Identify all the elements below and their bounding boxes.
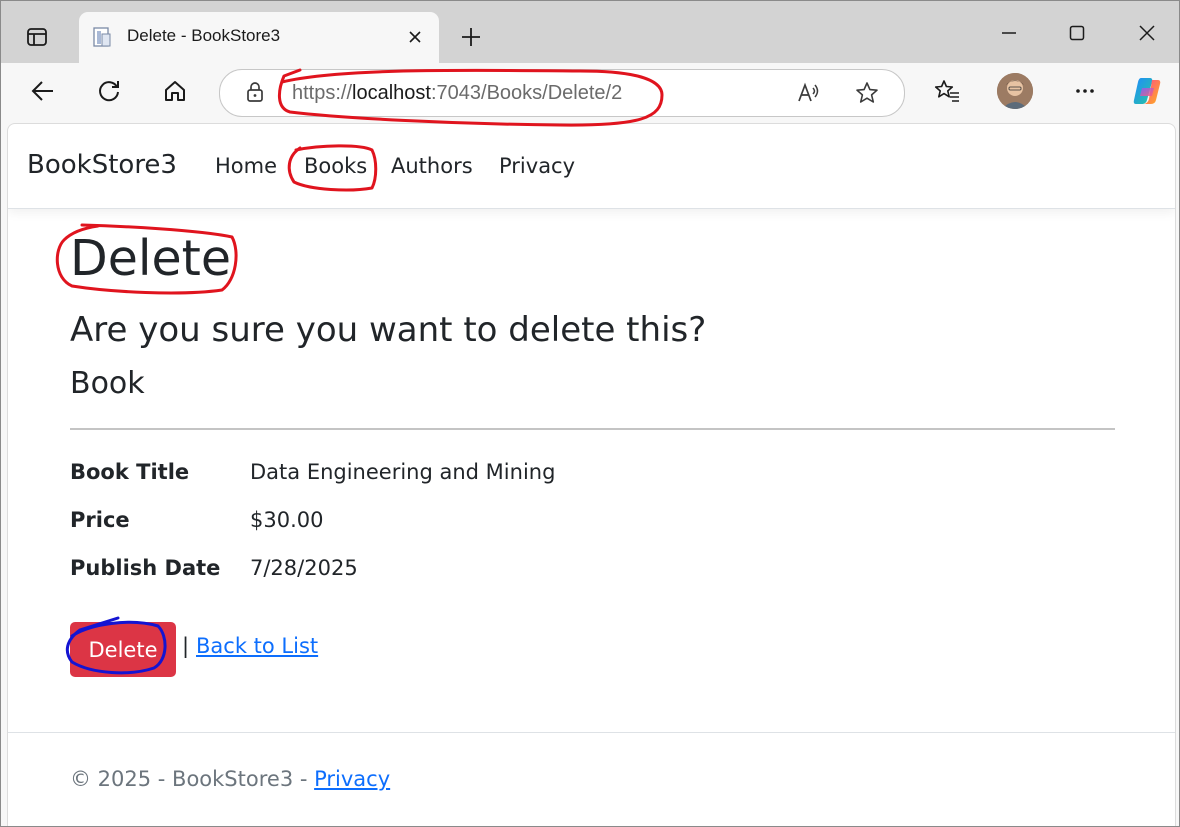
detail-label: Price bbox=[70, 508, 130, 532]
lock-icon[interactable] bbox=[244, 80, 266, 108]
nav-link-authors[interactable]: Authors bbox=[391, 154, 473, 178]
back-to-list-link[interactable]: Back to List bbox=[196, 634, 318, 658]
active-tab[interactable]: Delete - BookStore3 bbox=[79, 12, 439, 64]
tab-strip: Delete - BookStore3 bbox=[1, 1, 1179, 64]
site-navbar: BookStore3 Home Books Authors Privacy bbox=[8, 124, 1175, 209]
footer-privacy-link[interactable]: Privacy bbox=[314, 767, 390, 791]
link-separator: | bbox=[182, 634, 190, 658]
divider bbox=[70, 428, 1115, 430]
back-arrow-icon[interactable] bbox=[23, 71, 63, 111]
page-viewport: BookStore3 Home Books Authors Privacy De… bbox=[7, 123, 1176, 826]
nav-link-home[interactable]: Home bbox=[215, 154, 277, 178]
detail-label: Book Title bbox=[70, 460, 190, 484]
star-icon[interactable] bbox=[854, 80, 880, 110]
browser-window: Delete - BookStore3 https://localhost:70… bbox=[0, 0, 1180, 827]
tab-title: Delete - BookStore3 bbox=[127, 26, 281, 45]
read-aloud-icon[interactable] bbox=[796, 80, 822, 110]
more-icon[interactable] bbox=[1065, 71, 1105, 111]
detail-value: 7/28/2025 bbox=[250, 556, 358, 580]
detail-value: Data Engineering and Mining bbox=[250, 460, 556, 484]
page-favicon-icon bbox=[91, 26, 113, 48]
page-title: Delete bbox=[70, 230, 231, 287]
confirm-question: Are you sure you want to delete this? bbox=[70, 310, 707, 350]
maximize-icon[interactable] bbox=[1057, 15, 1097, 51]
close-window-icon[interactable] bbox=[1127, 15, 1167, 51]
detail-row-publish-date: Publish Date 7/28/2025 bbox=[70, 556, 1070, 588]
site-brand[interactable]: BookStore3 bbox=[27, 150, 177, 180]
nav-link-books[interactable]: Books bbox=[304, 154, 367, 178]
tab-actions-icon[interactable] bbox=[15, 17, 59, 57]
detail-label: Publish Date bbox=[70, 556, 221, 580]
detail-row-price: Price $30.00 bbox=[70, 508, 1070, 540]
copilot-icon[interactable] bbox=[1127, 71, 1167, 111]
url-text[interactable]: https://localhost:7043/Books/Delete/2 bbox=[292, 82, 622, 105]
home-icon[interactable] bbox=[155, 71, 195, 111]
site-footer: © 2025 - BookStore3 - Privacy bbox=[8, 732, 1175, 826]
nav-link-privacy[interactable]: Privacy bbox=[499, 154, 575, 178]
browser-toolbar: https://localhost:7043/Books/Delete/2 bbox=[1, 63, 1179, 121]
favorites-icon[interactable] bbox=[927, 71, 967, 111]
entity-heading: Book bbox=[70, 366, 145, 401]
minimize-icon[interactable] bbox=[989, 15, 1029, 51]
profile-avatar[interactable] bbox=[997, 73, 1033, 109]
footer-text: © 2025 - BookStore3 - Privacy bbox=[70, 767, 391, 791]
address-bar[interactable]: https://localhost:7043/Books/Delete/2 bbox=[219, 69, 905, 117]
detail-value: $30.00 bbox=[250, 508, 324, 532]
delete-button[interactable]: Delete bbox=[70, 622, 176, 677]
plus-icon[interactable] bbox=[455, 21, 487, 53]
close-icon[interactable] bbox=[403, 25, 427, 49]
detail-row-title: Book Title Data Engineering and Mining bbox=[70, 460, 1070, 492]
refresh-icon[interactable] bbox=[89, 71, 129, 111]
